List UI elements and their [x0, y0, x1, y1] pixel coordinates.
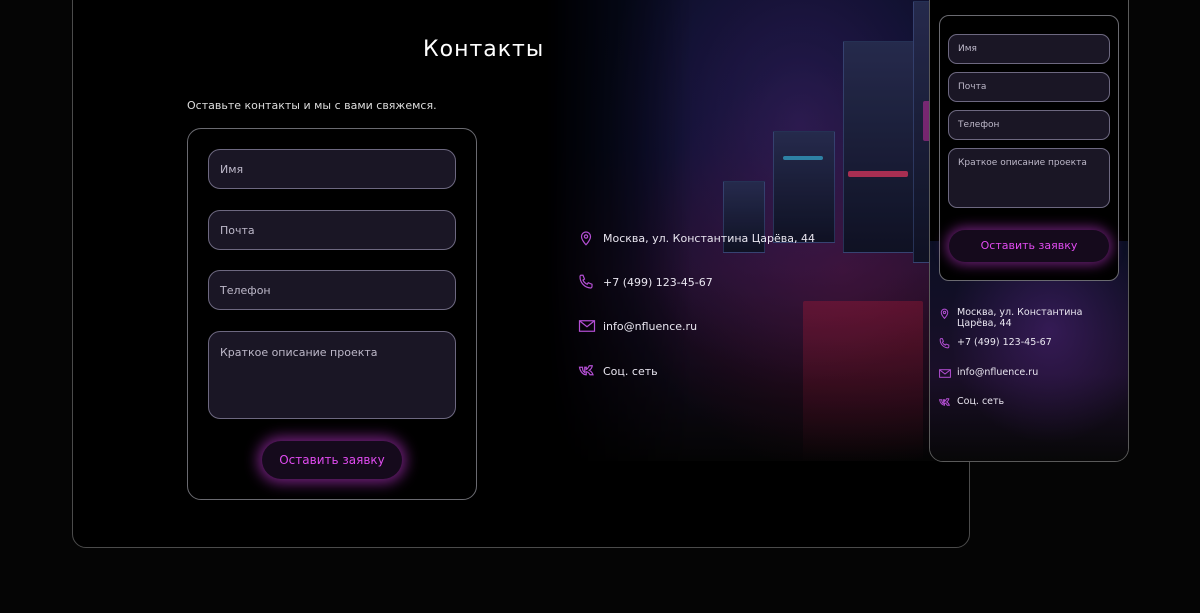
page-title: Контакты: [423, 37, 545, 62]
mobile-address-text: Москва, ул. Константина Царёва, 44: [957, 307, 1083, 329]
submit-button[interactable]: Оставить заявку: [262, 441, 402, 479]
mobile-phone-text[interactable]: +7 (499) 123-45-67: [957, 337, 1052, 348]
mobile-contact-form: Имя Почта Телефон Краткое описание проек…: [939, 15, 1119, 281]
mobile-name-field[interactable]: Имя: [948, 34, 1110, 64]
mobile-social-row[interactable]: Соц. сеть: [938, 396, 1004, 409]
mobile-email-field[interactable]: Почта: [948, 72, 1110, 102]
social-text[interactable]: Соц. сеть: [603, 365, 658, 378]
contact-form: Имя Почта Телефон Краткое описание проек…: [187, 128, 477, 500]
address-row: Москва, ул. Константина Царёва, 44: [577, 229, 815, 247]
address-text: Москва, ул. Константина Царёва, 44: [603, 231, 816, 245]
mobile-contacts-section: Имя Почта Телефон Краткое описание проек…: [929, 0, 1129, 462]
mobile-email-row[interactable]: info@nfluence.ru: [938, 367, 1038, 380]
mobile-description-field[interactable]: Краткое описание проекта: [948, 148, 1110, 208]
mobile-address-row: Москва, ул. Константина Царёва, 44: [938, 307, 1122, 329]
phone-field[interactable]: Телефон: [208, 270, 456, 310]
mobile-social-text[interactable]: Соц. сеть: [957, 396, 1004, 407]
description-field[interactable]: Краткое описание проекта: [208, 331, 456, 419]
mail-icon: [577, 317, 596, 335]
location-pin-icon: [577, 229, 595, 247]
vk-icon: [577, 362, 595, 380]
phone-text[interactable]: +7 (499) 123-45-67: [603, 276, 713, 289]
email-field[interactable]: Почта: [208, 210, 456, 250]
location-pin-icon: [938, 307, 951, 320]
social-row[interactable]: Соц. сеть: [577, 362, 658, 380]
mobile-phone-field[interactable]: Телефон: [948, 110, 1110, 140]
mobile-phone-row[interactable]: +7 (499) 123-45-67: [938, 337, 1052, 350]
mobile-email-text[interactable]: info@nfluence.ru: [957, 367, 1038, 378]
phone-icon: [577, 273, 595, 291]
page-subtitle: Оставьте контакты и мы с вами свяжемся.: [187, 99, 437, 112]
mail-icon: [938, 367, 951, 380]
name-field[interactable]: Имя: [208, 149, 456, 189]
desktop-contacts-section: Контакты Оставьте контакты и мы с вами с…: [72, 0, 970, 548]
phone-row[interactable]: +7 (499) 123-45-67: [577, 273, 713, 291]
mobile-submit-button[interactable]: Оставить заявку: [949, 230, 1109, 262]
email-text[interactable]: info@nfluence.ru: [603, 320, 697, 333]
email-row[interactable]: info@nfluence.ru: [577, 317, 697, 335]
phone-icon: [938, 337, 951, 350]
vk-icon: [938, 396, 951, 409]
